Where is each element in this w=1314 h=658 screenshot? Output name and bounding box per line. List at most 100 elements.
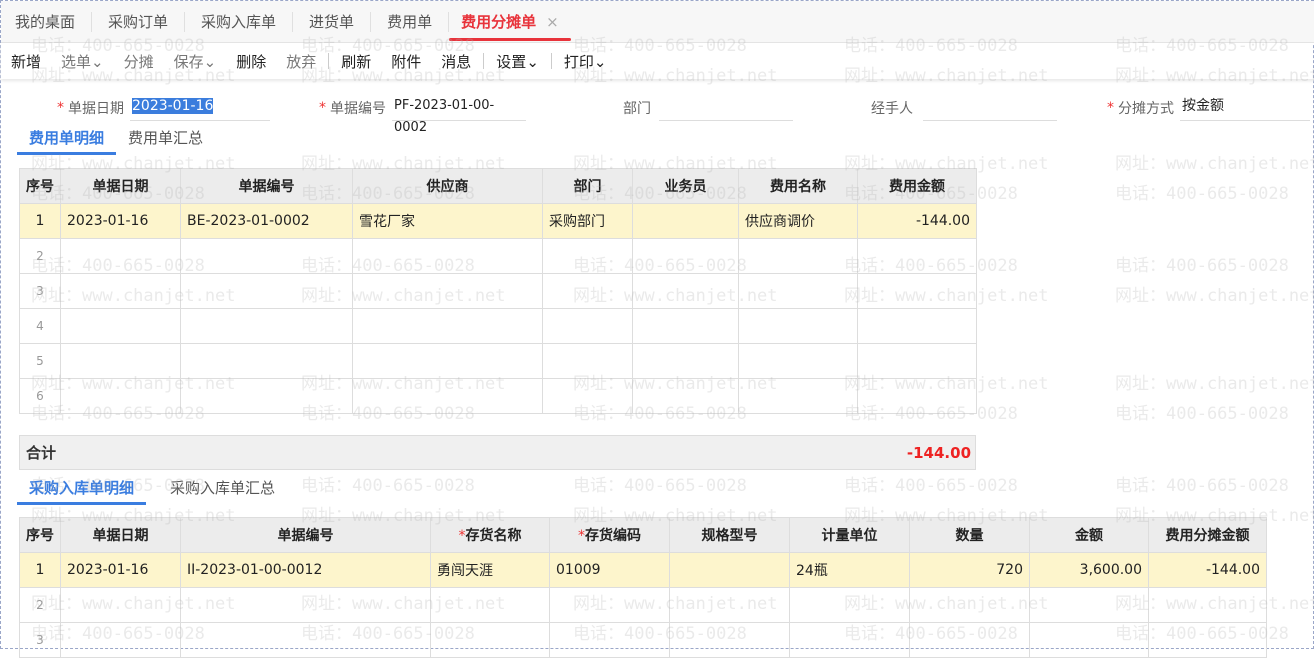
table-cell[interactable] <box>632 238 739 274</box>
table-row[interactable]: 3 <box>19 622 1267 658</box>
date-input[interactable]: 2023-01-16 <box>130 95 270 121</box>
table-cell[interactable]: 采购部门 <box>542 203 633 239</box>
table-cell[interactable] <box>60 238 181 274</box>
table-cell[interactable] <box>549 587 670 623</box>
table-row[interactable]: 5 <box>19 343 977 379</box>
table-cell[interactable] <box>789 622 910 658</box>
table-cell[interactable] <box>738 238 858 274</box>
table-cell[interactable] <box>542 343 633 379</box>
table-cell[interactable] <box>180 308 353 344</box>
handler-input[interactable] <box>923 95 1057 121</box>
new-button[interactable]: 新增 <box>1 51 51 72</box>
table-cell[interactable] <box>669 622 790 658</box>
table-cell[interactable] <box>180 622 431 658</box>
dept-input[interactable] <box>659 95 793 121</box>
column-header[interactable]: 费用名称 <box>738 168 858 204</box>
table-row[interactable]: 1 2023-01-16 II-2023-01-00-0012 勇闯天涯 01009 24… <box>19 552 1267 588</box>
table-cell[interactable]: 3,600.00 <box>1029 552 1149 588</box>
tab-stock-in[interactable]: 进货单 <box>293 11 372 32</box>
table-cell[interactable]: II-2023-01-00-0012 <box>180 552 431 588</box>
table-cell[interactable]: BE-2023-01-0002 <box>180 203 353 239</box>
settings-button[interactable]: 设置⌄ <box>486 51 549 72</box>
tab-expense-summary[interactable]: 费用单汇总 <box>116 125 215 155</box>
table-cell[interactable] <box>352 238 543 274</box>
table-cell[interactable] <box>738 378 858 414</box>
table-cell[interactable] <box>549 622 670 658</box>
table-cell[interactable] <box>669 552 790 588</box>
table-cell[interactable] <box>857 238 977 274</box>
table-cell[interactable] <box>430 622 550 658</box>
table-cell[interactable] <box>789 587 910 623</box>
table-cell[interactable] <box>60 308 181 344</box>
column-header[interactable]: 数量 <box>909 517 1030 553</box>
table-cell[interactable]: 2023-01-16 <box>60 552 181 588</box>
table-cell[interactable] <box>1029 587 1149 623</box>
column-header[interactable]: 计量单位 <box>789 517 910 553</box>
table-cell[interactable] <box>909 587 1030 623</box>
table-cell[interactable] <box>632 203 739 239</box>
tab-receipt-summary[interactable]: 采购入库单汇总 <box>158 475 287 505</box>
table-cell[interactable] <box>60 587 181 623</box>
tab-purchase-order[interactable]: 采购订单 <box>92 11 186 32</box>
table-row[interactable]: 1 2023-01-16 BE-2023-01-0002 雪花厂家 采购部门 供应商调价 -… <box>19 203 977 239</box>
tab-receipt-detail[interactable]: 采购入库单明细 <box>17 475 147 505</box>
tab-expense-allocation[interactable]: 费用分摊单 × <box>449 1 571 43</box>
column-header[interactable]: 序号 <box>19 517 61 553</box>
column-header[interactable]: 费用金额 <box>857 168 977 204</box>
column-header[interactable]: 单据编号 <box>180 168 353 204</box>
table-cell[interactable] <box>909 622 1030 658</box>
table-cell[interactable] <box>180 587 431 623</box>
discard-button[interactable]: 放弃 <box>276 51 326 72</box>
column-header[interactable]: *存货名称 <box>430 517 550 553</box>
table-row[interactable]: 3 <box>19 273 977 309</box>
table-cell[interactable] <box>1148 587 1267 623</box>
table-cell[interactable] <box>60 273 181 309</box>
table-cell[interactable] <box>1029 622 1149 658</box>
table-cell[interactable] <box>542 273 633 309</box>
table-cell[interactable] <box>60 343 181 379</box>
table-cell[interactable] <box>857 378 977 414</box>
table-cell[interactable] <box>180 273 353 309</box>
code-input[interactable]: PF-2023-01-00-0002 <box>392 95 526 135</box>
table-cell[interactable] <box>352 378 543 414</box>
table-cell[interactable]: 24瓶 <box>789 552 910 588</box>
table-cell[interactable] <box>542 308 633 344</box>
table-cell[interactable] <box>738 273 858 309</box>
table-cell[interactable] <box>352 273 543 309</box>
column-header[interactable]: 序号 <box>19 168 61 204</box>
table-cell[interactable] <box>60 378 181 414</box>
table-cell[interactable] <box>857 343 977 379</box>
select-doc-button[interactable]: 选单⌄ <box>51 51 114 72</box>
table-cell[interactable] <box>542 238 633 274</box>
tab-expense[interactable]: 费用单 <box>371 11 450 32</box>
table-cell[interactable] <box>632 273 739 309</box>
column-header[interactable]: 供应商 <box>352 168 543 204</box>
table-cell[interactable] <box>352 308 543 344</box>
column-header[interactable]: 单据日期 <box>60 168 181 204</box>
column-header[interactable]: 业务员 <box>632 168 739 204</box>
table-cell[interactable] <box>857 308 977 344</box>
tab-expense-detail[interactable]: 费用单明细 <box>17 125 117 155</box>
table-cell[interactable] <box>180 343 353 379</box>
table-row[interactable]: 6 <box>19 378 977 414</box>
column-header[interactable]: 单据编号 <box>180 517 431 553</box>
table-cell[interactable]: -144.00 <box>1148 552 1267 588</box>
table-cell[interactable]: 供应商调价 <box>738 203 858 239</box>
table-cell[interactable]: 2023-01-16 <box>60 203 181 239</box>
tab-desktop[interactable]: 我的桌面 <box>1 11 93 32</box>
table-cell[interactable] <box>180 378 353 414</box>
delete-button[interactable]: 删除 <box>226 51 276 72</box>
table-cell[interactable]: -144.00 <box>857 203 977 239</box>
table-cell[interactable] <box>60 622 181 658</box>
table-cell[interactable] <box>352 343 543 379</box>
table-cell[interactable] <box>857 273 977 309</box>
column-header[interactable]: 部门 <box>542 168 633 204</box>
table-cell[interactable] <box>542 378 633 414</box>
column-header[interactable]: 规格型号 <box>669 517 790 553</box>
table-cell[interactable] <box>430 587 550 623</box>
table-row[interactable]: 2 <box>19 587 1267 623</box>
table-row[interactable]: 4 <box>19 308 977 344</box>
close-icon[interactable]: × <box>546 13 559 31</box>
table-row[interactable]: 2 <box>19 238 977 274</box>
column-header[interactable]: *存货编码 <box>549 517 670 553</box>
